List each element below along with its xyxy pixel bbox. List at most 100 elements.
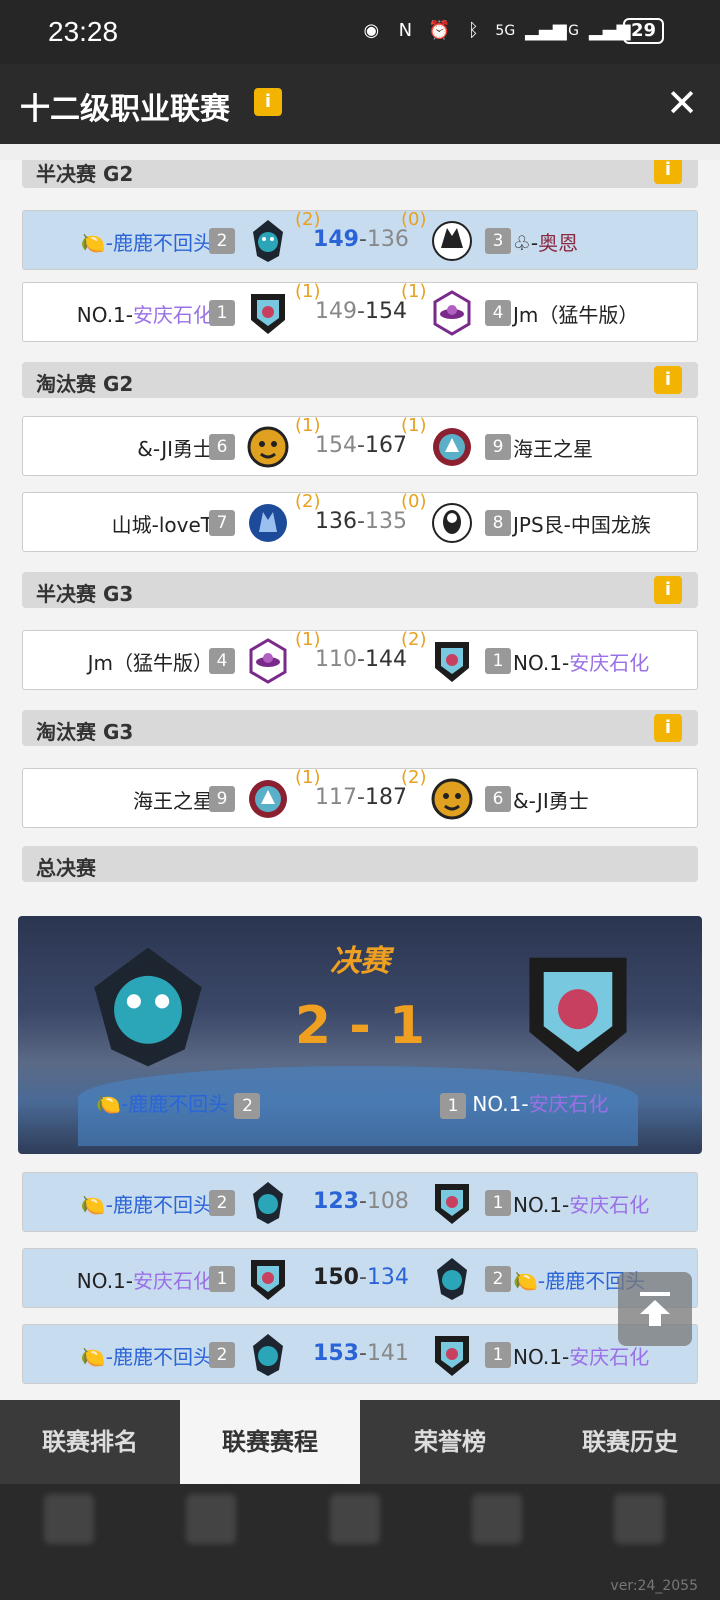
dragon-team-logo-icon — [253, 220, 283, 262]
right-series-wins: (1) — [401, 281, 427, 302]
right-team-name: NO.1-安庆石化 — [513, 651, 650, 675]
dragon-team-logo-icon — [253, 1334, 283, 1376]
section-title: 淘汰赛 G2 — [36, 372, 134, 396]
section-info-button[interactable]: i — [654, 160, 682, 184]
left-team-name: 🍋-鹿鹿不回头 — [80, 1345, 213, 1369]
right-series-wins: (0) — [401, 491, 427, 512]
scroll-to-top-button[interactable] — [618, 1272, 692, 1346]
alarm-icon: ⏰ — [428, 20, 451, 41]
shield-basketball-logo-icon — [251, 1260, 285, 1300]
wolf-team-logo-icon — [432, 221, 472, 261]
status-bar: 23:28 ◉ N ⏰ ᛒ 5G ▂▄▆ 5G ▂▄▆ 29 — [0, 0, 720, 64]
tab-bar: 联赛排名 联赛赛程 荣誉榜 联赛历史 — [0, 1400, 720, 1484]
match-row[interactable]: 海王之星 9 (1) 117-187 (2) 6 &-JI勇士 — [22, 767, 698, 828]
eye-icon: ◉ — [363, 20, 380, 41]
section-title: 淘汰赛 G3 — [36, 720, 134, 744]
nav-icon[interactable] — [472, 1494, 522, 1544]
finals-game-row[interactable]: 🍋-鹿鹿不回头 2 123-108 1 NO.1-安庆石化 — [22, 1172, 698, 1232]
left-seed-badge: 2 — [209, 1190, 235, 1216]
blue-wolf-team-logo-icon — [249, 504, 287, 542]
left-team-name: &-JI勇士 — [137, 437, 213, 461]
section-title: 总决赛 — [36, 856, 96, 880]
app-header: 十二级职业联赛 i ✕ — [0, 64, 720, 144]
signal-icon: ▂▄▆ — [525, 20, 567, 41]
finals-banner[interactable]: 决赛 2 - 1 🍋-鹿鹿不回头 2 1 NO.1-安庆石化 — [18, 916, 702, 1154]
right-seed-badge: 8 — [485, 510, 511, 536]
left-seed-badge: 4 — [209, 648, 235, 674]
network-5g-label-2: 5G — [559, 23, 579, 39]
match-row[interactable]: NO.1-安庆石化 1 (1) 149-154 (1) 4 Jm（猛牛版） — [22, 281, 698, 342]
schedule-list[interactable]: 半决赛 G2 i 🍋-鹿鹿不回头 2 (2) 149-136 (0) 3 ♧-奥… — [0, 160, 720, 1400]
battery-indicator: 29 — [622, 18, 664, 44]
right-team-name: JPS艮-中国龙族 — [513, 513, 651, 537]
right-series-wins: (2) — [401, 767, 427, 788]
sea-king-team-logo-icon — [249, 780, 287, 818]
left-team-name: 🍋-鹿鹿不回头 — [80, 231, 213, 255]
dragon-team-logo-icon — [253, 1182, 283, 1224]
page-title: 十二级职业联赛 — [20, 92, 230, 127]
right-seed-badge: 3 — [485, 228, 511, 254]
finals-right-team: 1 NO.1-安庆石化 — [440, 1088, 609, 1119]
status-time: 23:28 — [48, 16, 119, 47]
left-seed-badge: 2 — [209, 228, 235, 254]
version-label: ver:24_2055 — [610, 1578, 698, 1594]
left-seed-badge: 1 — [209, 1266, 235, 1292]
tab-history[interactable]: 联赛历史 — [540, 1400, 720, 1484]
left-team-name: 山城-loveT — [111, 513, 213, 537]
network-5g-label: 5G — [495, 23, 516, 39]
ghost-team-logo-icon — [432, 503, 472, 543]
left-seed-badge: 2 — [209, 1342, 235, 1368]
info-button[interactable]: i — [254, 88, 282, 116]
ufo-team-logo-icon — [249, 638, 287, 684]
tiger-team-logo-icon — [247, 426, 289, 468]
match-row[interactable]: &-JI勇士 6 (1) 154-167 (1) 9 海王之星 — [22, 415, 698, 476]
tab-honors[interactable]: 荣誉榜 — [360, 1400, 540, 1484]
nav-icon[interactable] — [44, 1494, 94, 1544]
right-team-name: NO.1-安庆石化 — [513, 1193, 650, 1217]
left-seed-badge: 9 — [209, 786, 235, 812]
shield-basketball-logo-icon — [529, 957, 627, 1072]
right-seed-badge: 6 — [485, 786, 511, 812]
tiger-team-logo-icon — [431, 778, 473, 820]
left-team-name: NO.1-安庆石化 — [76, 1269, 213, 1293]
match-score: 154-167 — [315, 433, 407, 458]
nav-icon[interactable] — [186, 1494, 236, 1544]
match-score: 136-135 — [315, 509, 407, 534]
dragon-team-logo-icon — [94, 947, 202, 1067]
nav-icon[interactable] — [614, 1494, 664, 1544]
match-score: 110-144 — [315, 647, 407, 672]
left-team-name: NO.1-安庆石化 — [76, 303, 213, 327]
right-series-wins: (0) — [401, 209, 427, 230]
section-header: 淘汰赛 G3 i — [22, 710, 698, 746]
tab-rankings[interactable]: 联赛排名 — [0, 1400, 180, 1484]
section-info-button[interactable]: i — [654, 366, 682, 394]
match-row[interactable]: Jm（猛牛版） 4 (1) 110-144 (2) 1 NO.1-安庆石化 — [22, 629, 698, 690]
right-team-name: Jm（猛牛版） — [513, 303, 639, 327]
match-row[interactable]: 🍋-鹿鹿不回头 2 (2) 149-136 (0) 3 ♧-奥恩 — [22, 209, 698, 270]
dragon-team-logo-icon — [437, 1258, 467, 1300]
right-seed-badge: 9 — [485, 434, 511, 460]
section-info-button[interactable]: i — [654, 576, 682, 604]
left-seed-badge: 7 — [209, 510, 235, 536]
section-header: 半决赛 G2 i — [22, 160, 698, 188]
tab-schedule[interactable]: 联赛赛程 — [180, 1400, 360, 1484]
section-header: 淘汰赛 G2 i — [22, 362, 698, 398]
status-icons: ◉ N ⏰ ᛒ 5G ▂▄▆ 5G ▂▄▆ 29 — [359, 18, 664, 44]
finals-game-row[interactable]: NO.1-安庆石化 1 150-134 2 🍋-鹿鹿不回头 — [22, 1248, 698, 1308]
left-team-name: Jm（猛牛版） — [87, 651, 213, 675]
match-row[interactable]: 山城-loveT 7 (2) 136-135 (0) 8 JPS艮-中国龙族 — [22, 491, 698, 552]
nav-icon[interactable] — [330, 1494, 380, 1544]
match-score: 117-187 — [315, 785, 407, 810]
section-info-button[interactable]: i — [654, 714, 682, 742]
finals-left-team: 🍋-鹿鹿不回头 2 — [96, 1088, 261, 1119]
ufo-team-logo-icon — [433, 290, 471, 336]
right-team-name: ♧-奥恩 — [513, 231, 579, 255]
close-button[interactable]: ✕ — [666, 84, 698, 122]
right-seed-badge: 4 — [485, 300, 511, 326]
finals-game-row[interactable]: 🍋-鹿鹿不回头 2 153-141 1 NO.1-安庆石化 — [22, 1324, 698, 1384]
right-team-name: 海王之星 — [513, 437, 593, 461]
shield-basketball-logo-icon — [435, 1336, 469, 1376]
signal-icon-2: ▂▄▆ — [588, 20, 631, 41]
shield-basketball-logo-icon — [435, 1184, 469, 1224]
match-score: 153-141 — [313, 1341, 409, 1366]
